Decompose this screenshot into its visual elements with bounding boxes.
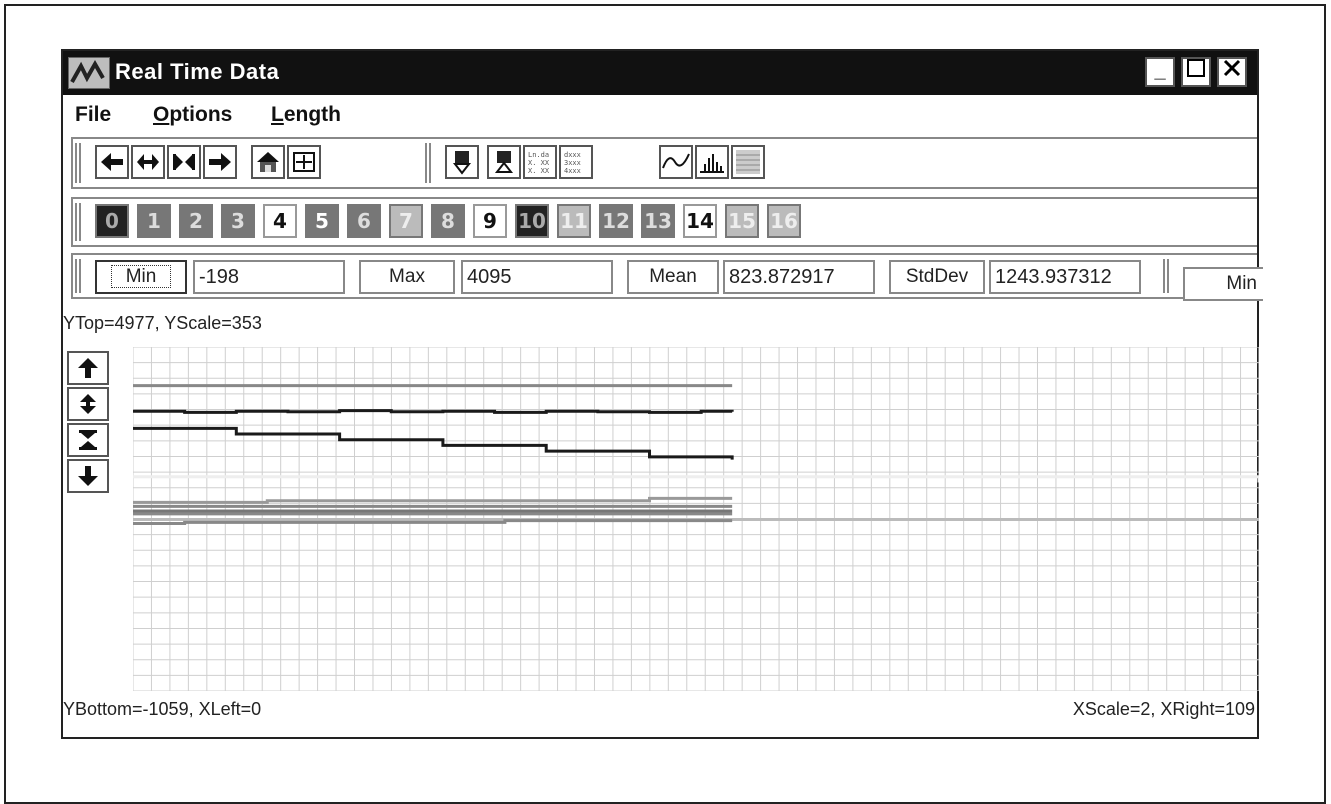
real-time-data-window: Real Time Data _ File Options Length Ln.… <box>61 49 1263 739</box>
compress-vertical-button[interactable] <box>67 423 109 457</box>
min-button-2[interactable]: Min <box>1183 267 1263 301</box>
toolbar-grip[interactable] <box>75 203 81 241</box>
svg-text:X. XX: X. XX <box>528 159 550 167</box>
waveform-icon <box>662 153 690 169</box>
series-line-1 <box>133 409 734 414</box>
minimize-button[interactable]: _ <box>1145 57 1175 87</box>
svg-text:3xxx: 3xxx <box>564 159 581 167</box>
right-arrow-icon <box>209 153 231 171</box>
compress-horizontal-button[interactable] <box>167 145 201 179</box>
toolbar-grip[interactable] <box>425 143 431 183</box>
channel-1-button[interactable]: 1 <box>137 204 171 238</box>
series-line-9 <box>133 519 733 526</box>
stddev-button[interactable]: StdDev <box>889 260 985 294</box>
home-button[interactable] <box>251 145 285 179</box>
hex-table-icon: dxxx 3xxx 4xxx <box>564 151 581 175</box>
y-bottom-status: YBottom=-1059, XLeft=0 <box>63 699 262 719</box>
channel-3-button[interactable]: 3 <box>221 204 255 238</box>
expand-horizontal-button[interactable] <box>131 145 165 179</box>
waveform-button[interactable] <box>659 145 693 179</box>
download-button[interactable] <box>445 145 479 179</box>
menu-options[interactable]: Options <box>153 103 232 127</box>
real-time-chart[interactable] <box>133 347 1259 691</box>
x-scale-status: XScale=2, XRight=109 <box>1072 699 1255 719</box>
fit-all-button[interactable] <box>287 145 321 179</box>
download-icon <box>452 151 472 175</box>
channel-6-button[interactable]: 6 <box>347 204 381 238</box>
upload-button[interactable] <box>487 145 521 179</box>
series-line-4 <box>133 496 733 504</box>
scroll-up-button[interactable] <box>67 351 109 385</box>
maximize-icon <box>1187 59 1205 77</box>
max-value-field[interactable]: 4095 <box>461 260 613 294</box>
menu-file[interactable]: File <box>75 103 111 127</box>
channel-15-button[interactable]: 15 <box>725 204 759 238</box>
expand-vertical-icon <box>80 394 96 414</box>
down-arrow-icon <box>78 466 98 486</box>
min-value-field[interactable]: -198 <box>193 260 345 294</box>
channel-10-button[interactable]: 10 <box>515 204 549 238</box>
compress-horizontal-icon <box>173 154 195 170</box>
window-title: Real Time Data <box>115 59 280 84</box>
scroll-left-button[interactable] <box>95 145 129 179</box>
app-logo-icon <box>68 57 110 89</box>
svg-text:4xxx: 4xxx <box>564 167 581 175</box>
series-line-3 <box>133 475 1259 483</box>
channel-12-button[interactable]: 12 <box>599 204 633 238</box>
svg-text:Ln.da: Ln.da <box>528 151 549 159</box>
mean-value-field[interactable]: 823.872917 <box>723 260 875 294</box>
scroll-right-button[interactable] <box>203 145 237 179</box>
channel-0-button[interactable]: 0 <box>95 204 129 238</box>
y-top-status: YTop=4977, YScale=353 <box>63 313 262 333</box>
channel-16-button[interactable]: 16 <box>767 204 801 238</box>
histogram-icon <box>700 154 724 173</box>
expand-horizontal-icon <box>137 154 159 170</box>
channel-5-button[interactable]: 5 <box>305 204 339 238</box>
title-bar[interactable]: Real Time Data _ <box>63 51 1257 95</box>
navigation-toolbar: Ln.da X. XX X. XX dxxx 3xxx 4xxx <box>71 137 1257 189</box>
histogram-button[interactable] <box>695 145 729 179</box>
home-icon <box>257 152 279 172</box>
scroll-down-button[interactable] <box>67 459 109 493</box>
channel-13-button[interactable]: 13 <box>641 204 675 238</box>
min-button[interactable]: Min <box>95 260 187 294</box>
hex-table-button[interactable]: dxxx 3xxx 4xxx <box>559 145 593 179</box>
channel-9-button[interactable]: 9 <box>473 204 507 238</box>
channel-11-button[interactable]: 11 <box>557 204 591 238</box>
channel-14-button[interactable]: 14 <box>683 204 717 238</box>
close-icon <box>1223 59 1241 77</box>
svg-text:X. XX: X. XX <box>528 167 550 175</box>
up-arrow-icon <box>78 358 98 378</box>
grid-data-icon <box>736 150 760 174</box>
toolbar-grip[interactable] <box>75 143 81 183</box>
menu-bar: File Options Length <box>63 97 1257 131</box>
toolbar-grip[interactable] <box>75 259 81 293</box>
expand-vertical-button[interactable] <box>67 387 109 421</box>
upload-icon <box>494 151 514 173</box>
table-button[interactable]: Ln.da X. XX X. XX <box>523 145 557 179</box>
menu-length[interactable]: Length <box>271 103 341 127</box>
channel-toolbar: 0 1 2 3 4 5 6 7 8 9 10 11 12 13 14 15 16 <box>71 197 1257 247</box>
series-line-2 <box>133 426 734 460</box>
mean-button[interactable]: Mean <box>627 260 719 294</box>
compress-vertical-icon <box>79 430 97 450</box>
close-button[interactable] <box>1217 57 1247 87</box>
max-button[interactable]: Max <box>359 260 455 294</box>
svg-text:dxxx: dxxx <box>564 151 581 159</box>
grid-data-button[interactable] <box>731 145 765 179</box>
toolbar-grip[interactable] <box>1163 259 1169 293</box>
fit-all-icon <box>293 152 315 172</box>
maximize-button[interactable] <box>1181 57 1211 87</box>
channel-7-button[interactable]: 7 <box>389 204 423 238</box>
channel-8-button[interactable]: 8 <box>431 204 465 238</box>
channel-2-button[interactable]: 2 <box>179 204 213 238</box>
statistics-toolbar: Min -198 Max 4095 Mean 823.872917 StdDev… <box>71 253 1263 301</box>
stddev-value-field[interactable]: 1243.937312 <box>989 260 1141 294</box>
table-icon: Ln.da X. XX X. XX <box>528 151 550 175</box>
channel-4-button[interactable]: 4 <box>263 204 297 238</box>
left-arrow-icon <box>101 153 123 171</box>
